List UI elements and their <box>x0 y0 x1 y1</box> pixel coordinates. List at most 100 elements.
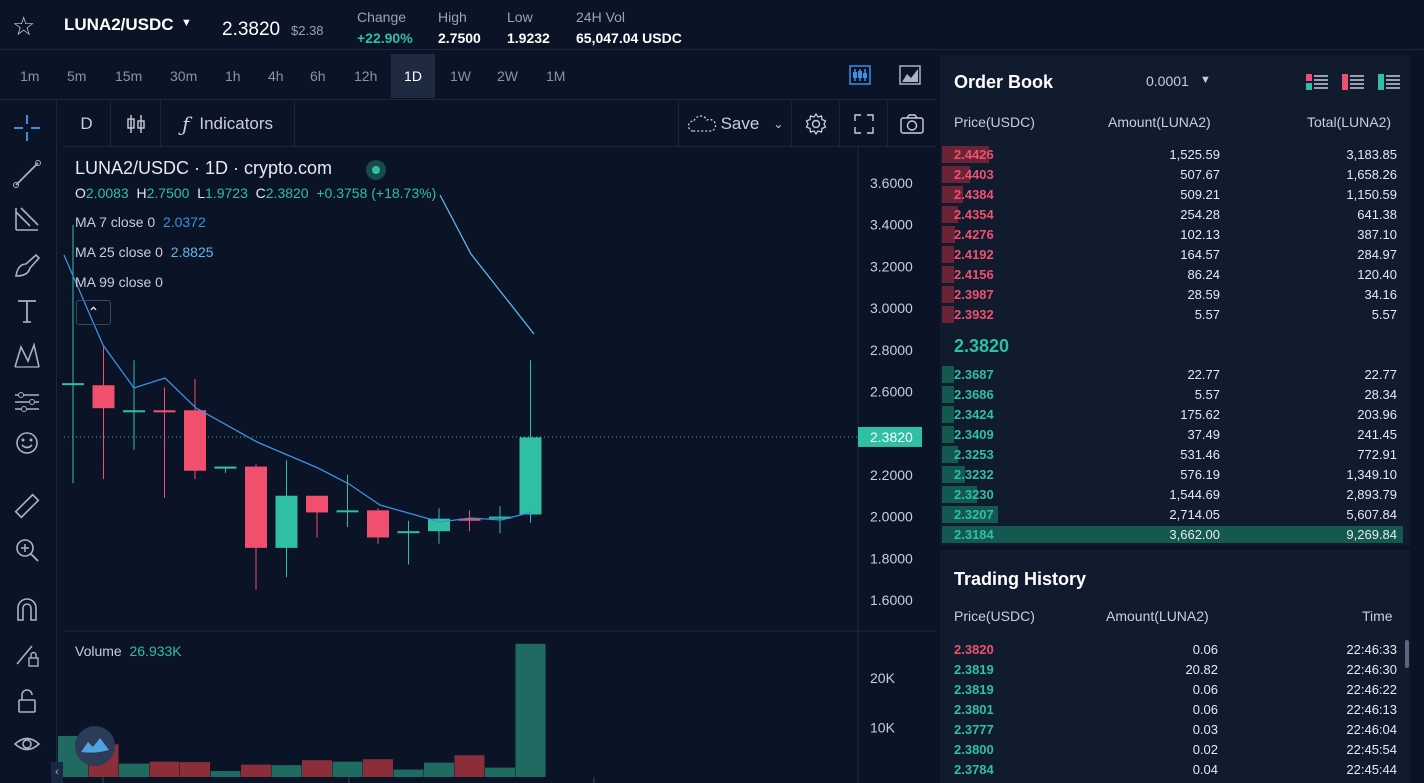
candle-body <box>245 466 267 548</box>
price-chart[interactable]: 3.60003.40003.20003.00002.80002.60002.40… <box>0 0 936 783</box>
volume-tick-label: 20K <box>870 670 896 686</box>
ob-header-amount: Amount(LUNA2) <box>1108 114 1211 130</box>
trade-row: 2.3819 0.06 22:46:22 <box>940 679 1410 699</box>
ask-price: 2.4276 <box>954 227 994 242</box>
trade-amount: 0.06 <box>1192 702 1218 717</box>
precision-caret-icon[interactable]: ▼ <box>1200 74 1211 86</box>
depth-bar <box>942 406 954 423</box>
candle-body <box>336 510 359 513</box>
volume-bar <box>149 761 180 777</box>
ma7-label: MA 7 close 0 <box>75 214 156 230</box>
volume-legend: Volume 26.933K <box>75 643 182 659</box>
bid-total: 1,349.10 <box>1346 467 1397 482</box>
ask-amount: 1,525.59 <box>1169 147 1220 162</box>
collapse-legend-button[interactable]: ⌃ <box>76 300 111 325</box>
volume-value: 26.933K <box>129 643 182 659</box>
book-asks-view-icon[interactable] <box>1342 74 1364 90</box>
trade-time: 22:46:13 <box>1346 702 1397 717</box>
bid-row[interactable]: 2.3184 3,662.00 9,269.84 <box>940 524 1410 544</box>
ask-amount: 86.24 <box>1187 267 1220 282</box>
bid-amount: 3,662.00 <box>1169 527 1220 542</box>
ask-row[interactable]: 2.4276 102.13 387.10 <box>940 224 1410 244</box>
trade-amount: 0.06 <box>1192 682 1218 697</box>
current-price-label: 2.3820 <box>870 429 913 445</box>
depth-bar <box>942 286 954 303</box>
ask-row[interactable]: 2.4156 86.24 120.40 <box>940 264 1410 284</box>
ma99-legend[interactable]: MA 99 close 0 <box>75 274 163 290</box>
bid-row[interactable]: 2.3687 22.77 22.77 <box>940 364 1410 384</box>
ask-row[interactable]: 2.3987 28.59 34.16 <box>940 284 1410 304</box>
ask-row[interactable]: 2.4426 1,525.59 3,183.85 <box>940 144 1410 164</box>
ask-row[interactable]: 2.4192 164.57 284.97 <box>940 244 1410 264</box>
book-bids-view-icon[interactable] <box>1378 74 1400 90</box>
volume-bar <box>424 762 454 777</box>
high-label: H <box>136 185 147 201</box>
bid-price: 2.3687 <box>954 367 994 382</box>
trade-time: 22:46:33 <box>1346 642 1397 657</box>
bid-price: 2.3230 <box>954 487 994 502</box>
candle-body <box>123 410 145 413</box>
trade-time: 22:46:04 <box>1346 722 1397 737</box>
bid-row[interactable]: 2.3686 5.57 28.34 <box>940 384 1410 404</box>
ask-row[interactable]: 2.4354 254.28 641.38 <box>940 204 1410 224</box>
ask-row[interactable]: 2.3932 5.57 5.57 <box>940 304 1410 324</box>
trade-amount: 0.03 <box>1192 722 1218 737</box>
candle-body <box>397 531 420 534</box>
chart-legend-title: LUNA2/USDC · 1D · crypto.com <box>75 158 333 178</box>
bid-amount: 175.62 <box>1180 407 1220 422</box>
ma99-label: MA 99 close 0 <box>75 274 163 290</box>
trade-time: 22:45:54 <box>1346 742 1397 757</box>
volume-bar <box>363 759 393 777</box>
ask-price: 2.4156 <box>954 267 994 282</box>
volume-tick-label: 10K <box>870 720 896 736</box>
ma25-legend[interactable]: MA 25 close 0 2.8825 <box>75 244 214 260</box>
bid-total: 9,269.84 <box>1346 527 1397 542</box>
price-tick-label: 3.0000 <box>870 300 913 316</box>
market-status-icon <box>366 160 386 180</box>
collapse-sidebar-icon[interactable]: ‹ <box>51 762 63 783</box>
ask-amount: 28.59 <box>1187 287 1220 302</box>
bid-total: 241.45 <box>1357 427 1397 442</box>
bid-row[interactable]: 2.3232 576.19 1,349.10 <box>940 464 1410 484</box>
trade-row: 2.3784 0.04 22:45:44 <box>940 759 1410 779</box>
depth-bar <box>942 266 954 283</box>
bid-row[interactable]: 2.3424 175.62 203.96 <box>940 404 1410 424</box>
trade-row: 2.3819 20.82 22:46:30 <box>940 659 1410 679</box>
high-value: 2.7500 <box>146 185 190 201</box>
price-tick-label: 3.2000 <box>870 258 913 274</box>
volume-bar <box>271 765 302 777</box>
ob-header-total: Total(LUNA2) <box>1307 114 1392 130</box>
bid-row[interactable]: 2.3230 1,544.69 2,893.79 <box>940 484 1410 504</box>
depth-bar <box>942 306 954 323</box>
candle-body <box>153 410 176 413</box>
ask-row[interactable]: 2.4384 509.21 1,150.59 <box>940 184 1410 204</box>
book-both-view-icon[interactable] <box>1306 74 1328 90</box>
bid-total: 28.34 <box>1364 387 1397 402</box>
ma7-legend[interactable]: MA 7 close 0 2.0372 <box>75 214 206 230</box>
trade-time: 22:45:44 <box>1346 762 1397 777</box>
ask-total: 387.10 <box>1357 227 1397 242</box>
volume-bar <box>332 761 363 777</box>
candle-body <box>275 495 298 548</box>
candle-body <box>184 410 206 471</box>
bid-price: 2.3686 <box>954 387 994 402</box>
candle-body <box>92 385 115 409</box>
bid-row[interactable]: 2.3409 37.49 241.45 <box>940 424 1410 444</box>
ask-price: 2.4403 <box>954 167 994 182</box>
precision-selector[interactable]: 0.0001 <box>1146 73 1189 89</box>
trade-time: 22:46:30 <box>1346 662 1397 677</box>
chevron-up-icon: ⌃ <box>87 304 100 320</box>
price-tick-label: 2.2000 <box>870 467 913 483</box>
bid-amount: 37.49 <box>1187 427 1220 442</box>
ask-total: 34.16 <box>1364 287 1397 302</box>
bid-price: 2.3184 <box>954 527 994 542</box>
ask-amount: 509.21 <box>1180 187 1220 202</box>
history-scrollbar[interactable] <box>1405 640 1409 668</box>
bid-row[interactable]: 2.3207 2,714.05 5,607.84 <box>940 504 1410 524</box>
bid-amount: 531.46 <box>1180 447 1220 462</box>
ask-amount: 254.28 <box>1180 207 1220 222</box>
bid-row[interactable]: 2.3253 531.46 772.91 <box>940 444 1410 464</box>
trade-row: 2.3801 0.06 22:46:13 <box>940 699 1410 719</box>
trade-price: 2.3800 <box>954 742 994 757</box>
ask-row[interactable]: 2.4403 507.67 1,658.26 <box>940 164 1410 184</box>
